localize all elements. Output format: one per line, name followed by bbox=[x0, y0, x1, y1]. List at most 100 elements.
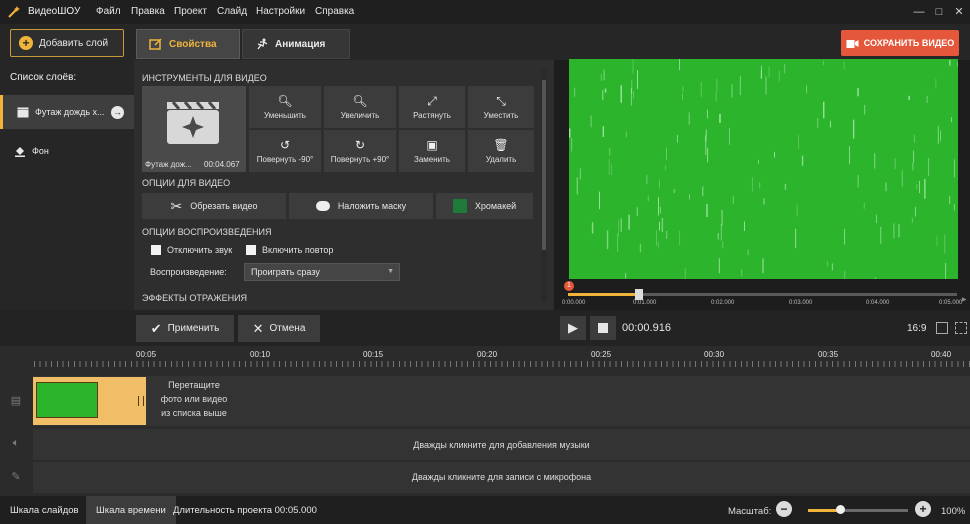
stop-button[interactable] bbox=[590, 316, 616, 340]
mic-track-hint: Дважды кликните для записи с микрофона bbox=[411, 472, 592, 482]
cancel-button[interactable]: ✕ Отмена bbox=[238, 315, 320, 342]
scrollbar-thumb[interactable] bbox=[542, 80, 546, 250]
ruler-label: 00:30 bbox=[704, 350, 725, 359]
playhead-marker[interactable]: 1 bbox=[564, 281, 574, 291]
clip-name: Футаж дож... bbox=[145, 160, 192, 169]
save-video-label: СОХРАНИТЬ ВИДЕО bbox=[863, 38, 955, 48]
apply-label: Применить bbox=[167, 323, 220, 334]
stretch-label: Растянуть bbox=[413, 110, 451, 120]
play-button[interactable]: ▶ bbox=[560, 316, 586, 340]
ruler-label: 00:10 bbox=[250, 350, 271, 359]
ruler-label: 00:15 bbox=[363, 350, 384, 359]
crop-video-button[interactable]: ✂ Обрезать видео bbox=[142, 193, 286, 219]
arrow-right-icon[interactable]: → bbox=[111, 105, 124, 119]
speaker-icon: 🔈︎ bbox=[12, 437, 20, 449]
zoom-in-label: Увеличить bbox=[340, 110, 380, 120]
close-button[interactable]: ✕ bbox=[950, 3, 968, 21]
zoom-out-scale-button[interactable]: − bbox=[776, 501, 792, 517]
plus-icon: + bbox=[19, 36, 33, 50]
apply-mask-label: Наложить маску bbox=[337, 201, 407, 211]
menu-slide[interactable]: Слайд bbox=[217, 6, 247, 17]
playback-select-value: Проиграть сразу bbox=[251, 267, 320, 277]
zoom-out-button[interactable]: 🔍︎ Уменьшить bbox=[249, 86, 321, 128]
chevron-down-icon: ▼ bbox=[387, 268, 394, 275]
music-track-hint: Дважды кликните для добавления музыки bbox=[413, 440, 590, 450]
clip-preview-image bbox=[36, 382, 98, 418]
current-timecode: 00:00.916 bbox=[622, 322, 671, 334]
fit-label: Уместить bbox=[483, 110, 519, 120]
delete-label: Удалить bbox=[485, 154, 517, 164]
zoom-percent: 100% bbox=[941, 506, 966, 517]
rotate-left-icon: ↺ bbox=[279, 137, 291, 152]
minimize-button[interactable]: — bbox=[910, 3, 928, 21]
timeline-label: 0:02.000 bbox=[711, 300, 735, 306]
preview-scrub-handle[interactable] bbox=[635, 289, 644, 300]
replace-image-icon: ▣ bbox=[426, 137, 438, 152]
menu-help[interactable]: Справка bbox=[315, 6, 354, 17]
apply-mask-button[interactable]: Наложить маску bbox=[289, 193, 433, 219]
expand-icon: ⤢ bbox=[427, 93, 437, 108]
camera-icon[interactable] bbox=[936, 322, 948, 334]
layer-item-footage[interactable]: Футаж дождь х... → bbox=[0, 95, 134, 129]
tab-animation[interactable]: Анимация bbox=[242, 29, 350, 59]
tab-properties-label: Свойства bbox=[169, 38, 217, 50]
timeline-label: 0:03.000 bbox=[789, 300, 813, 306]
menu-project[interactable]: Проект bbox=[174, 6, 207, 17]
fullscreen-icon[interactable] bbox=[955, 322, 967, 334]
menu-edit[interactable]: Правка bbox=[131, 6, 165, 17]
trash-icon: 🗑︎ bbox=[493, 137, 509, 152]
zoom-in-scale-button[interactable]: + bbox=[915, 501, 931, 517]
timeline-label: 0:05.000 bbox=[939, 300, 963, 306]
video-preview[interactable] bbox=[569, 59, 958, 279]
crop-video-label: Обрезать видео bbox=[190, 201, 258, 211]
check-icon: ✔ bbox=[150, 320, 162, 336]
checkbox-box[interactable] bbox=[246, 245, 256, 255]
zoom-in-icon: 🔍︎ bbox=[352, 93, 368, 108]
cancel-label: Отмена bbox=[269, 323, 306, 334]
timeline-label: 0:01.000 bbox=[633, 300, 657, 306]
loop-checkbox[interactable]: Включить повтор bbox=[246, 245, 333, 255]
chromakey-label: Хромакей bbox=[474, 201, 517, 211]
delete-button[interactable]: 🗑︎ Удалить bbox=[468, 130, 534, 172]
paint-bucket-icon bbox=[15, 147, 25, 157]
apply-button[interactable]: ✔ Применить bbox=[136, 315, 234, 342]
mask-icon bbox=[315, 201, 330, 211]
preview-timeline-progress bbox=[568, 293, 640, 296]
running-icon bbox=[257, 38, 268, 50]
replace-button[interactable]: ▣ Заменить bbox=[399, 130, 465, 172]
fit-button[interactable]: ⤡ Уместить bbox=[468, 86, 534, 128]
section-reflection-effects: ЭФФЕКТЫ ОТРАЖЕНИЯ bbox=[142, 293, 248, 303]
tab-animation-label: Анимация bbox=[275, 38, 326, 50]
add-layer-label: Добавить слой bbox=[39, 37, 109, 49]
section-playback-options: ОПЦИИ ВОСПРОИЗВЕДЕНИЯ bbox=[142, 227, 272, 237]
scroll-right-icon[interactable]: ▶ bbox=[962, 296, 967, 303]
menu-settings[interactable]: Настройки bbox=[256, 6, 305, 17]
tab-properties[interactable]: Свойства bbox=[136, 29, 240, 59]
zoom-in-button[interactable]: 🔍︎ Увеличить bbox=[324, 86, 396, 128]
chromakey-swatch-icon bbox=[452, 199, 467, 213]
drop-hint-line: Перетащите bbox=[168, 380, 220, 390]
play-icon: ▶ bbox=[568, 320, 578, 335]
zoom-slider-knob[interactable] bbox=[836, 505, 845, 514]
film-icon bbox=[17, 107, 29, 117]
clip-resize-handle[interactable] bbox=[138, 396, 144, 406]
playback-select[interactable]: Проиграть сразу ▼ bbox=[244, 263, 400, 281]
stretch-button[interactable]: ⤢ Растянуть bbox=[399, 86, 465, 128]
add-layer-button[interactable]: + Добавить слой bbox=[10, 29, 124, 57]
aspect-ratio[interactable]: 16:9 bbox=[907, 323, 926, 334]
layer-item-background[interactable]: Фон bbox=[0, 134, 134, 168]
save-video-button[interactable]: СОХРАНИТЬ ВИДЕО bbox=[841, 30, 959, 56]
ruler-label: 00:20 bbox=[477, 350, 498, 359]
maximize-button[interactable]: □ bbox=[930, 3, 948, 21]
mute-checkbox[interactable]: Отключить звук bbox=[151, 245, 232, 255]
checkbox-box[interactable] bbox=[151, 245, 161, 255]
chromakey-button[interactable]: Хромакей bbox=[436, 193, 533, 219]
tab-slide-scale[interactable]: Шкала слайдов bbox=[0, 496, 89, 524]
playback-label: Воспроизведение: bbox=[150, 267, 227, 277]
drop-hint: Перетащите фото или видео из списка выше bbox=[154, 378, 234, 420]
rotate-left-button[interactable]: ↺ Повернуть -90° bbox=[249, 130, 321, 172]
menu-file[interactable]: Файл bbox=[96, 6, 121, 17]
rotate-right-button[interactable]: ↻ Повернуть +90° bbox=[324, 130, 396, 172]
ruler-label: 00:25 bbox=[591, 350, 612, 359]
drop-hint-line: фото или видео bbox=[160, 394, 228, 404]
